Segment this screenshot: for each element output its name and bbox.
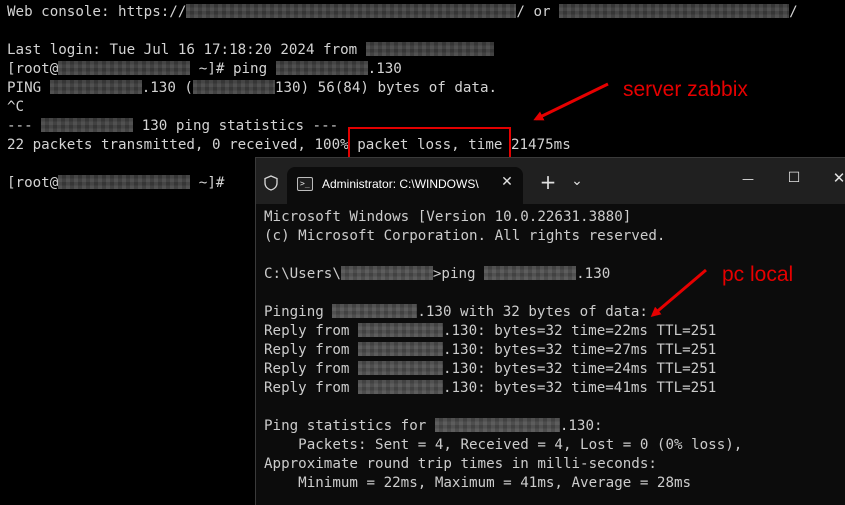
annotation-pc-local: pc local <box>722 263 794 286</box>
windows-terminal-window: >_ Administrator: C:\WINDOWS\ ✕ + ⌄ — ☐ … <box>255 157 845 505</box>
terminal-line-copyright: (c) Microsoft Corporation. All rights re… <box>264 228 666 244</box>
redacted-ip <box>49 80 142 94</box>
terminal-line-reply: Reply from .130: bytes=32 time=24ms TTL=… <box>264 360 716 379</box>
console-text: .130 ( <box>141 80 193 96</box>
console-line-web: Web console: https:// / or / <box>7 3 798 22</box>
terminal-line-version: Microsoft Windows [Version 10.0.22631.38… <box>264 209 632 225</box>
redacted-username <box>340 266 433 280</box>
redacted-host <box>58 61 191 75</box>
console-text: [root@ <box>7 61 59 77</box>
minimize-button[interactable]: — <box>739 169 757 189</box>
redacted-ip <box>357 342 443 356</box>
console-text: / or <box>516 4 560 20</box>
console-line-ctrl-c: ^C <box>7 99 25 115</box>
terminal-icon: >_ <box>297 177 313 191</box>
terminal-text: Reply from <box>264 323 358 339</box>
tab-title: Administrator: C:\WINDOWS\ <box>322 177 479 191</box>
terminal-text: .130: bytes=32 time=22ms TTL=251 <box>442 323 717 339</box>
terminal-text: .130: <box>559 418 603 434</box>
redacted-host <box>365 42 494 56</box>
new-tab-button[interactable]: + <box>539 172 557 192</box>
redacted-ip <box>357 380 443 394</box>
shield-icon <box>264 175 278 191</box>
terminal-text: .130: bytes=32 time=41ms TTL=251 <box>442 380 717 396</box>
redacted-ip <box>357 361 443 375</box>
terminal-text: Reply from <box>264 380 358 396</box>
console-text: ~]# ping <box>190 61 276 77</box>
terminal-text: Pinging <box>264 304 333 320</box>
terminal-line-reply: Reply from .130: bytes=32 time=27ms TTL=… <box>264 341 716 360</box>
terminal-line-approx: Approximate round trip times in milli-se… <box>264 456 657 472</box>
terminal-text: Ping statistics for <box>264 418 435 434</box>
redacted-host <box>58 175 191 189</box>
annotation-server-zabbix: server zabbix <box>623 78 748 101</box>
redacted-ip <box>434 418 560 432</box>
terminal-line-packets: Packets: Sent = 4, Received = 4, Lost = … <box>264 437 743 453</box>
tab-close-icon[interactable]: ✕ <box>499 174 515 190</box>
redacted-ip <box>41 118 134 132</box>
console-text: Web console: https:// <box>7 4 187 20</box>
title-bar[interactable]: >_ Administrator: C:\WINDOWS\ ✕ + ⌄ — ☐ … <box>256 158 845 204</box>
terminal-line-ping-cmd: C:\Users\ >ping .130 <box>264 265 610 284</box>
arrow-to-packet-loss <box>533 82 609 121</box>
console-text: .130 <box>367 61 402 77</box>
console-line-ping-head: PING .130 ( 130) 56(84) bytes of data. <box>7 79 497 98</box>
terminal-line-stats-head: Ping statistics for .130: <box>264 417 603 436</box>
tab-dropdown-chevron-icon[interactable]: ⌄ <box>569 171 585 191</box>
terminal-text: C:\Users\ <box>264 266 341 282</box>
console-line-stats-head: --- 130 ping statistics --- <box>7 117 338 136</box>
redacted-ip <box>275 61 368 75</box>
terminal-text: Reply from <box>264 342 358 358</box>
terminal-line-minmax: Minimum = 22ms, Maximum = 41ms, Average … <box>264 475 692 491</box>
console-text: [root@ <box>7 175 59 191</box>
console-text: 130 ping statistics --- <box>133 118 339 134</box>
redacted-url <box>559 4 790 18</box>
terminal-text: Reply from <box>264 361 358 377</box>
terminal-text: .130 with 32 bytes of data: <box>417 304 648 320</box>
redacted-ip <box>192 80 275 94</box>
terminal-text: .130: bytes=32 time=27ms TTL=251 <box>442 342 717 358</box>
console-line-prompt: [root@ ~]# <box>7 174 233 193</box>
terminal-line-pinging: Pinging .130 with 32 bytes of data: <box>264 303 648 322</box>
console-text: --- <box>7 118 42 134</box>
console-text: / <box>789 4 798 20</box>
redacted-url <box>186 4 517 18</box>
screenshot-root: Web console: https:// / or / Last login: … <box>0 0 845 505</box>
close-window-button[interactable]: ✕ <box>830 168 845 188</box>
redacted-ip <box>357 323 443 337</box>
console-text: ~]# <box>190 175 233 191</box>
redacted-ip <box>484 266 577 280</box>
console-text: 130) 56(84) bytes of data. <box>274 80 498 96</box>
terminal-text: >ping <box>432 266 485 282</box>
terminal-text: .130: bytes=32 time=24ms TTL=251 <box>442 361 717 377</box>
terminal-line-reply: Reply from .130: bytes=32 time=41ms TTL=… <box>264 379 716 398</box>
console-text: PING <box>7 80 50 96</box>
console-line-login: Last login: Tue Jul 16 17:18:20 2024 fro… <box>7 41 494 60</box>
terminal-tab[interactable]: >_ Administrator: C:\WINDOWS\ ✕ <box>287 167 523 204</box>
redacted-ip <box>332 304 418 318</box>
terminal-line-reply: Reply from .130: bytes=32 time=22ms TTL=… <box>264 322 716 341</box>
console-line-ping-cmd: [root@ ~]# ping .130 <box>7 60 402 79</box>
console-text: Last login: Tue Jul 16 17:18:20 2024 fro… <box>7 42 366 58</box>
terminal-text: .130 <box>576 266 611 282</box>
terminal-output[interactable]: Microsoft Windows [Version 10.0.22631.38… <box>256 204 845 505</box>
maximize-button[interactable]: ☐ <box>785 168 803 188</box>
